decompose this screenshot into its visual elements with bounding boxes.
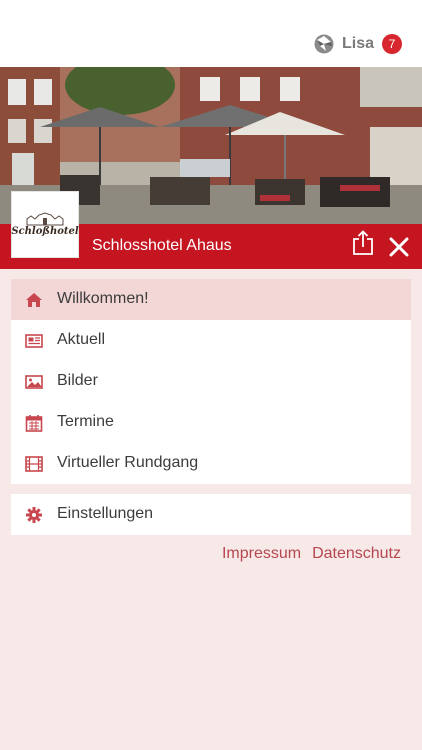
film-icon [25,456,43,472]
user-profile[interactable]: Lisa 7 [314,33,402,55]
calendar-icon [25,415,43,432]
share-button[interactable] [352,230,374,256]
menu-label: Einstellungen [57,505,154,522]
user-app-icon [314,34,334,54]
menu-label: Virtueller Rundgang [57,454,199,471]
menu-item-bilder[interactable]: Bilder [11,361,411,402]
menu-item-willkommen[interactable]: Willkommen! [11,279,411,320]
hotel-logo: Schloßhotel [11,191,79,258]
close-button[interactable] [388,236,410,258]
datenschutz-link[interactable]: Datenschutz [312,545,401,563]
top-bar: Lisa 7 [0,0,422,67]
share-icon [353,230,373,255]
user-name: Lisa [341,35,374,52]
menu-label: Aktuell [57,331,106,348]
page-title: Schlosshotel Ahaus [92,237,232,254]
menu-label: Bilder [57,372,98,389]
logo-text: Schloßhotel [11,226,79,237]
newspaper-icon [25,334,43,348]
footer-links: Impressum Datenschutz [222,545,401,563]
menu-label: Termine [57,413,114,430]
close-icon [389,237,409,257]
menu-item-einstellungen[interactable]: Einstellungen [11,494,411,535]
gear-icon [26,507,42,523]
main-menu: Willkommen! Aktuell Bilder Termine Virtu… [11,279,411,484]
home-icon [26,293,42,307]
impressum-link[interactable]: Impressum [222,545,301,563]
image-icon [25,375,43,389]
castle-logo-icon [26,212,64,226]
settings-menu: Einstellungen [11,494,411,535]
menu-item-aktuell[interactable]: Aktuell [11,320,411,361]
notification-badge: 7 [382,34,402,54]
menu-item-virtueller-rundgang[interactable]: Virtueller Rundgang [11,443,411,484]
menu-item-termine[interactable]: Termine [11,402,411,443]
menu-label: Willkommen! [57,290,149,307]
